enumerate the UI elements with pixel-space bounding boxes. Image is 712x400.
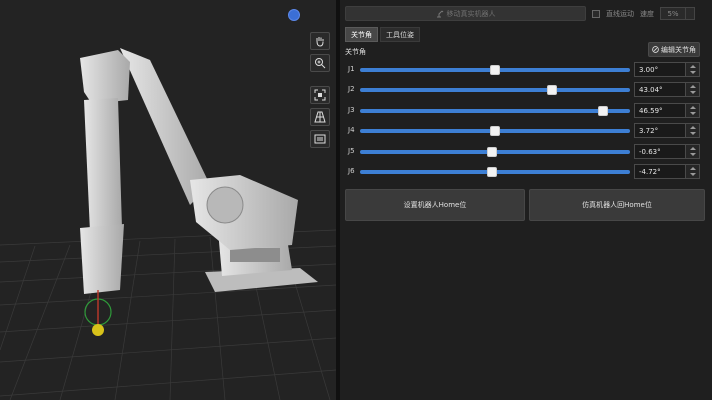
fit-view-icon <box>314 89 326 101</box>
sim-home-button[interactable]: 仿真机器人回Home位 <box>529 189 705 221</box>
joint-slider[interactable] <box>360 167 630 177</box>
slider-thumb[interactable] <box>490 65 500 75</box>
joint-slider[interactable] <box>360 126 630 136</box>
joint-value-input[interactable]: -4.72° <box>634 164 686 179</box>
joint-row: J2 43.04° <box>340 82 712 98</box>
joint-spinner[interactable] <box>686 123 700 138</box>
robot-arm-icon <box>436 10 443 17</box>
robot-shoulder <box>190 175 298 250</box>
hand-icon <box>316 37 324 47</box>
slider-thumb[interactable] <box>546 85 557 95</box>
joint-spinner[interactable] <box>686 62 700 77</box>
joint-label: J4 <box>348 126 355 134</box>
joint-slider[interactable] <box>360 147 630 157</box>
joint-value-input[interactable]: 3.00° <box>634 62 686 77</box>
zoom-button[interactable] <box>310 54 330 72</box>
set-home-button[interactable]: 设置机器人Home位 <box>345 189 525 221</box>
joint-slider[interactable] <box>360 65 630 75</box>
edit-joints-label: 编辑关节角 <box>661 45 696 54</box>
robot-scene <box>0 48 336 400</box>
joint-slider[interactable] <box>360 85 630 95</box>
robot-3d-viewport[interactable] <box>0 0 336 400</box>
edit-joints-button[interactable]: 编辑关节角 <box>648 42 700 57</box>
grid-view-icon <box>314 111 326 123</box>
speed-input[interactable]: 5% <box>660 7 686 20</box>
robot-control-panel: 移动真实机器人 直线运动 速度 5% 关节角 工具位姿 关节角 编辑关节角 J1… <box>340 0 712 400</box>
joint-label: J2 <box>348 85 355 93</box>
zoom-icon <box>315 58 326 69</box>
robot-forearm <box>84 98 122 232</box>
orientation-indicator[interactable] <box>288 9 300 21</box>
joint-row: J6 -4.72° <box>340 164 712 180</box>
slider-thumb[interactable] <box>598 106 608 116</box>
joint-label: J3 <box>348 106 355 114</box>
linear-motion-label: 直线运动 <box>606 9 634 18</box>
tab-joint-angles[interactable]: 关节角 <box>345 27 378 42</box>
tab-tool-pose[interactable]: 工具位姿 <box>380 27 420 42</box>
slider-thumb[interactable] <box>487 147 498 157</box>
robot-wrist-head <box>80 50 130 104</box>
joint-spinner[interactable] <box>686 144 700 159</box>
joint-row: J5 -0.63° <box>340 144 712 160</box>
joint-section-title: 关节角 <box>345 48 366 56</box>
tool-tip <box>92 324 104 336</box>
panel-icon <box>314 134 326 144</box>
joint-value-input[interactable]: -0.63° <box>634 144 686 159</box>
move-real-robot-label: 移动真实机器人 <box>446 9 496 18</box>
move-real-robot-button[interactable]: 移动真实机器人 <box>345 6 586 21</box>
pose-tabs: 关节角 工具位姿 <box>345 27 420 42</box>
pan-button[interactable] <box>310 32 330 50</box>
joint-spinner[interactable] <box>686 103 700 118</box>
grid-view-button[interactable] <box>310 108 330 126</box>
joint-spinner[interactable] <box>686 164 700 179</box>
joint-value-input[interactable]: 46.59° <box>634 103 686 118</box>
joint-value-input[interactable]: 3.72° <box>634 123 686 138</box>
joint-label: J6 <box>348 167 355 175</box>
joint-value-input[interactable]: 43.04° <box>634 82 686 97</box>
speed-label: 速度 <box>640 9 654 18</box>
speed-spinner[interactable] <box>686 7 695 20</box>
panel-button[interactable] <box>310 130 330 148</box>
linear-motion-checkbox[interactable] <box>592 9 600 18</box>
joint-row: J1 3.00° <box>340 62 712 78</box>
joint-label: J5 <box>348 147 355 155</box>
joint-row: J3 46.59° <box>340 103 712 119</box>
slider-thumb[interactable] <box>490 126 500 136</box>
joint-row: J4 3.72° <box>340 123 712 139</box>
joint-spinner[interactable] <box>686 82 700 97</box>
edit-icon <box>652 46 659 53</box>
move-toolbar: 移动真实机器人 直线运动 速度 5% <box>345 6 695 21</box>
slider-thumb[interactable] <box>487 167 498 177</box>
joint-label: J1 <box>348 65 355 73</box>
joint-slider[interactable] <box>360 106 630 116</box>
view-toolbar <box>310 32 330 148</box>
fit-view-button[interactable] <box>310 86 330 104</box>
